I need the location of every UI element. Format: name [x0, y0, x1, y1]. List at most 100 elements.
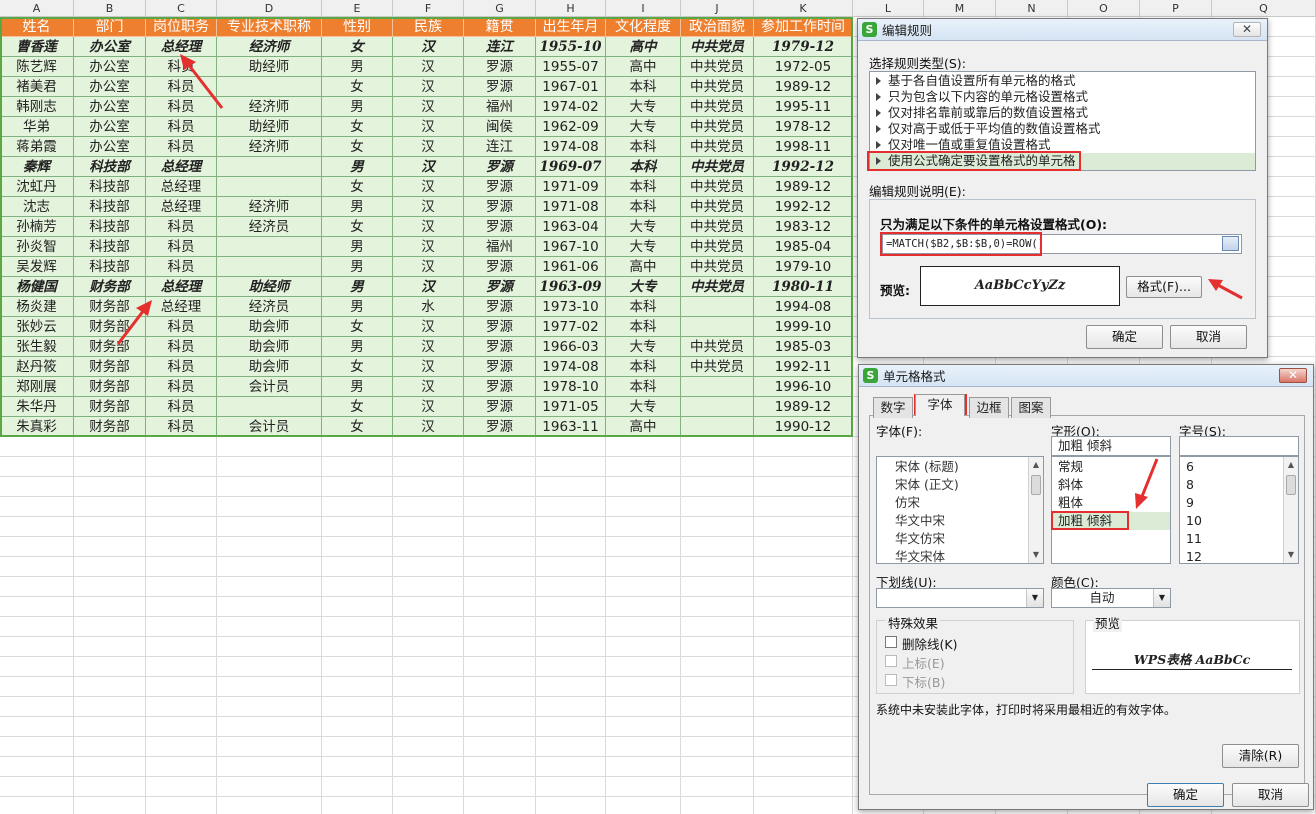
table-cell[interactable]: 1967-01	[536, 77, 606, 97]
font-list-item[interactable]: 华文宋体	[881, 548, 945, 566]
table-cell[interactable]: 办公室	[74, 97, 146, 117]
rule-type-item[interactable]: 仅对高于或低于平均值的数值设置格式	[876, 121, 1101, 137]
close-icon[interactable]: ✕	[1233, 22, 1261, 37]
table-cell[interactable]: 1989-12	[754, 77, 853, 97]
table-cell[interactable]: 中共党员	[681, 77, 754, 97]
column-header-K[interactable]: K	[754, 0, 853, 17]
table-cell[interactable]: 1998-11	[754, 137, 853, 157]
table-cell[interactable]: 本科	[606, 177, 681, 197]
table-cell[interactable]: 办公室	[74, 117, 146, 137]
table-cell[interactable]: 中共党员	[681, 97, 754, 117]
table-cell[interactable]: 罗源	[464, 417, 536, 437]
table-cell[interactable]: 秦辉	[0, 157, 74, 177]
font-style-item[interactable]: 常规	[1058, 458, 1083, 476]
table-cell[interactable]: 1974-02	[536, 97, 606, 117]
table-cell[interactable]: 1978-12	[754, 117, 853, 137]
underline-select[interactable]: ▼	[876, 588, 1044, 608]
table-cell[interactable]: 汉	[393, 77, 464, 97]
table-cell[interactable]: 罗源	[464, 377, 536, 397]
table-cell[interactable]: 罗源	[464, 197, 536, 217]
font-list-scrollbar[interactable]: ▲ ▼	[1028, 457, 1043, 563]
table-cell[interactable]: 总经理	[146, 177, 217, 197]
table-cell[interactable]: 闽侯	[464, 117, 536, 137]
cell-format-cancel-button[interactable]: 取消	[1232, 783, 1309, 807]
table-cell[interactable]: 罗源	[464, 357, 536, 377]
strikethrough-checkbox[interactable]	[885, 636, 897, 648]
table-cell[interactable]: 男	[322, 257, 393, 277]
table-cell[interactable]: 女	[322, 217, 393, 237]
table-cell[interactable]: 科员	[146, 337, 217, 357]
table-cell[interactable]: 郑刚展	[0, 377, 74, 397]
table-cell[interactable]: 科员	[146, 357, 217, 377]
column-header-L[interactable]: L	[853, 0, 924, 17]
table-cell[interactable]: 1983-12	[754, 217, 853, 237]
table-cell[interactable]: 罗源	[464, 277, 536, 297]
table-cell[interactable]: 汉	[393, 217, 464, 237]
table-cell[interactable]: 1963-04	[536, 217, 606, 237]
table-cell[interactable]: 科员	[146, 257, 217, 277]
table-cell[interactable]: 女	[322, 77, 393, 97]
table-cell[interactable]: 中共党员	[681, 217, 754, 237]
table-cell[interactable]: 孙炎智	[0, 237, 74, 257]
table-cell[interactable]: 汉	[393, 337, 464, 357]
table-cell[interactable]: 女	[322, 137, 393, 157]
table-cell[interactable]: 中共党员	[681, 137, 754, 157]
table-cell[interactable]: 大专	[606, 337, 681, 357]
table-cell[interactable]: 男	[322, 197, 393, 217]
table-cell[interactable]: 办公室	[74, 77, 146, 97]
table-cell[interactable]: 科员	[146, 57, 217, 77]
table-cell[interactable]: 高中	[606, 37, 681, 57]
table-cell[interactable]: 中共党员	[681, 157, 754, 177]
table-cell[interactable]: 科员	[146, 217, 217, 237]
rule-type-list[interactable]: 基于各自值设置所有单元格的格式 只为包含以下内容的单元格设置格式 仅对排名靠前或靠后…	[869, 71, 1256, 171]
table-cell[interactable]: 男	[322, 157, 393, 177]
table-cell[interactable]: 沈虹丹	[0, 177, 74, 197]
table-cell[interactable]: 1992-12	[754, 157, 853, 177]
table-cell[interactable]: 中共党员	[681, 177, 754, 197]
table-cell[interactable]: 助经师	[217, 57, 322, 77]
column-header-N[interactable]: N	[996, 0, 1068, 17]
table-cell[interactable]: 男	[322, 337, 393, 357]
table-cell[interactable]: 男	[322, 377, 393, 397]
table-cell[interactable]: 1978-10	[536, 377, 606, 397]
table-cell[interactable]: 男	[322, 237, 393, 257]
table-cell[interactable]: 1971-09	[536, 177, 606, 197]
table-cell[interactable]: 中共党员	[681, 337, 754, 357]
tab-font[interactable]: 字体	[915, 394, 965, 416]
table-cell[interactable]: 1999-10	[754, 317, 853, 337]
rule-type-item[interactable]: 仅对排名靠前或靠后的数值设置格式	[876, 105, 1088, 121]
table-cell[interactable]: 本科	[606, 357, 681, 377]
table-cell[interactable]: 高中	[606, 257, 681, 277]
tab-pattern[interactable]: 图案	[1011, 397, 1051, 418]
column-header-G[interactable]: G	[464, 0, 536, 17]
table-cell[interactable]: 女	[322, 357, 393, 377]
font-size-scrollbar[interactable]: ▲ ▼	[1283, 457, 1298, 563]
table-cell[interactable]: 汉	[393, 37, 464, 57]
table-cell[interactable]: 汉	[393, 197, 464, 217]
rule-type-item[interactable]: 只为包含以下内容的单元格设置格式	[876, 89, 1088, 105]
table-cell[interactable]: 科技部	[74, 157, 146, 177]
table-cell[interactable]: 科技部	[74, 197, 146, 217]
table-cell[interactable]	[217, 237, 322, 257]
table-cell[interactable]: 罗源	[464, 337, 536, 357]
table-cell[interactable]: 1971-08	[536, 197, 606, 217]
table-cell[interactable]: 男	[322, 277, 393, 297]
table-header-cell[interactable]: 籍贯	[464, 17, 536, 37]
table-header-cell[interactable]: 性别	[322, 17, 393, 37]
table-cell[interactable]: 科技部	[74, 217, 146, 237]
table-cell[interactable]: 蒋弟霞	[0, 137, 74, 157]
table-cell[interactable]: 大专	[606, 117, 681, 137]
table-cell[interactable]: 本科	[606, 157, 681, 177]
table-cell[interactable]: 总经理	[146, 197, 217, 217]
table-cell[interactable]: 1963-09	[536, 277, 606, 297]
scroll-up-icon[interactable]: ▲	[1029, 458, 1043, 472]
tab-border[interactable]: 边框	[969, 397, 1009, 418]
table-cell[interactable]: 1971-05	[536, 397, 606, 417]
table-cell[interactable]: 汉	[393, 137, 464, 157]
table-cell[interactable]: 1985-03	[754, 337, 853, 357]
column-header-E[interactable]: E	[322, 0, 393, 17]
table-cell[interactable]: 经济师	[217, 97, 322, 117]
table-cell[interactable]: 高中	[606, 57, 681, 77]
table-cell[interactable]: 本科	[606, 317, 681, 337]
table-cell[interactable]: 汉	[393, 317, 464, 337]
